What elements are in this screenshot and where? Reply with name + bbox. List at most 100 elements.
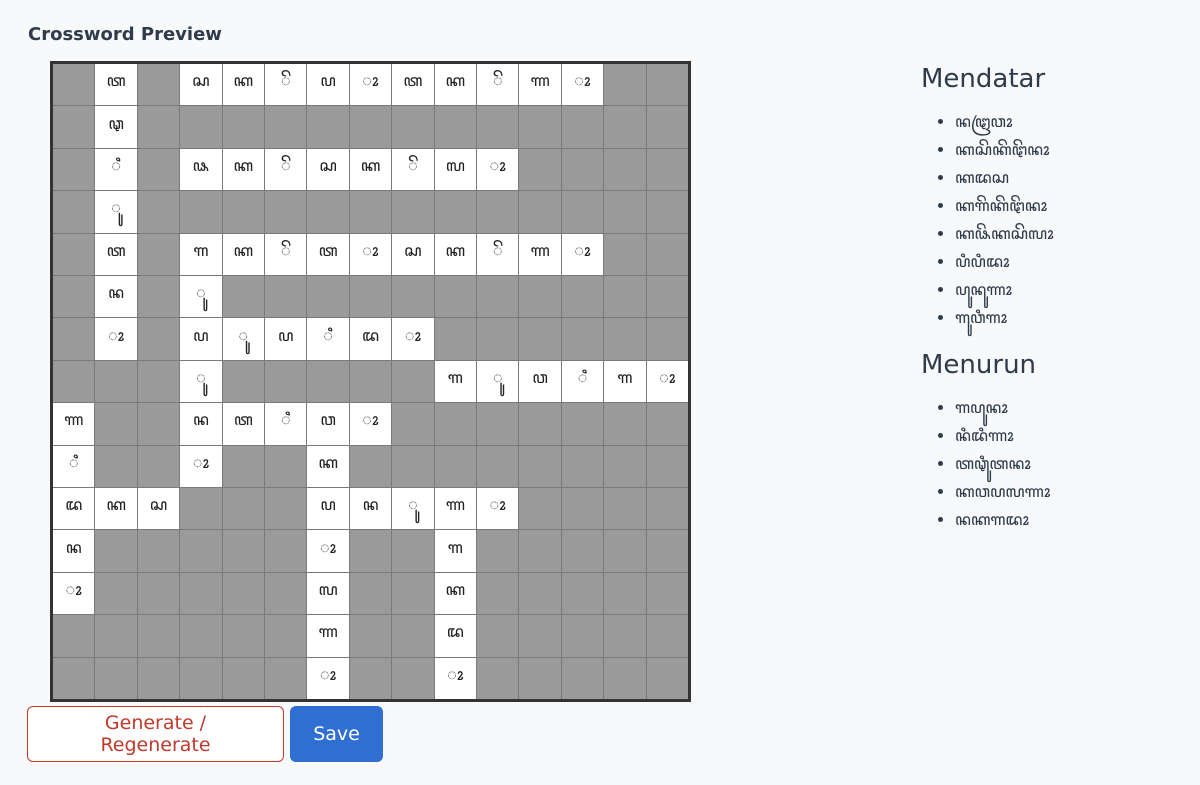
crossword-cell[interactable]: ꦸ (180, 360, 222, 403)
crossword-cell[interactable]: ꦴ (477, 148, 519, 191)
crossword-block (222, 657, 264, 699)
crossword-cell[interactable]: ꦢ (434, 615, 476, 657)
crossword-cell[interactable]: ꦭ (307, 572, 349, 615)
crossword-cell[interactable]: ꦶ (561, 360, 604, 403)
crossword-cell[interactable]: ꦱ (307, 148, 349, 191)
crossword-cell[interactable]: ꦏ (434, 572, 476, 615)
crossword-cell[interactable]: ꦢ (53, 488, 95, 530)
crossword-cell[interactable]: ꦒ (434, 530, 476, 572)
crossword-cell[interactable]: ꦴ (392, 318, 434, 360)
crossword-cell[interactable]: ꦒ (434, 360, 476, 403)
crossword-cell[interactable]: ꦏ (95, 488, 137, 530)
crossword-cell[interactable]: ꦴ (349, 233, 392, 275)
crossword-block (434, 276, 476, 318)
crossword-cell[interactable]: ꦏ (307, 445, 349, 487)
crossword-cell[interactable]: ꦱ (392, 233, 434, 275)
crossword-cell[interactable]: ꦸ (222, 318, 264, 360)
crossword-cell[interactable]: ꦸ (95, 191, 137, 233)
crossword-block (53, 615, 95, 657)
crossword-cell[interactable]: ꦠ (222, 403, 264, 445)
crossword-cell[interactable]: ꦶ (53, 445, 95, 487)
crossword-cell[interactable]: ꦟ (53, 403, 95, 445)
crossword-block (265, 657, 307, 699)
crossword-cell[interactable]: ꦸ (180, 276, 222, 318)
crossword-block (349, 276, 392, 318)
crossword-cell[interactable]: ꦶ (265, 403, 307, 445)
crossword-cell[interactable]: ꦒ (604, 360, 646, 403)
crossword-cell[interactable]: ꦮ (519, 360, 561, 403)
crossword-cell[interactable]: ꦴ (307, 530, 349, 572)
crossword-cell[interactable]: ꦴ (434, 657, 476, 699)
crossword-cell[interactable]: ꦤ (180, 403, 222, 445)
across-clue: ꦏꦱꦼꦏꦼꦛꦼꦤꦴ (955, 136, 1181, 164)
crossword-cell[interactable]: ꦼ (265, 148, 307, 191)
crossword-cell[interactable]: ꦮ (307, 403, 349, 445)
crossword-cell[interactable]: ꦴ (561, 233, 604, 275)
crossword-cell[interactable]: ꦠ (392, 64, 434, 106)
crossword-cell[interactable]: ꦴ (180, 445, 222, 487)
crossword-cell[interactable]: ꦟ (434, 488, 476, 530)
crossword-block (519, 615, 561, 657)
crossword-cell[interactable]: ꦼ (477, 64, 519, 106)
crossword-cell[interactable]: ꦶ (307, 318, 349, 360)
crossword-cell[interactable]: ꦒ (180, 233, 222, 275)
crossword-cell[interactable]: ꦼ (265, 64, 307, 106)
crossword-block (646, 233, 688, 275)
crossword-cell[interactable]: ꦴ (349, 64, 392, 106)
crossword-cell[interactable]: ꦤ (349, 488, 392, 530)
crossword-cell[interactable]: ꦟ (519, 233, 561, 275)
crossword-cell[interactable]: ꦸ (392, 488, 434, 530)
crossword-cell[interactable]: ꦏ (434, 64, 476, 106)
crossword-block (561, 488, 604, 530)
across-clue-list: ꦤꦛꦿꦮꦴꦏꦱꦼꦏꦼꦛꦼꦤꦴꦏꦢꦱꦏꦒꦼꦏꦼꦛꦼꦤꦴꦏꦦꦼꦏꦱꦼꦭꦴꦥꦶꦥꦶꦢꦴ… (921, 108, 1181, 332)
crossword-block (561, 106, 604, 148)
crossword-cell[interactable]: ꦡ (95, 106, 137, 148)
crossword-cell[interactable]: ꦼ (392, 148, 434, 191)
crossword-block (604, 403, 646, 445)
crossword-cell[interactable]: ꦸ (477, 360, 519, 403)
crossword-cell[interactable]: ꦴ (477, 488, 519, 530)
crossword-cell[interactable]: ꦏ (349, 148, 392, 191)
crossword-cell[interactable]: ꦱ (180, 64, 222, 106)
crossword-cell[interactable]: ꦴ (307, 657, 349, 699)
save-button[interactable]: Save (290, 706, 383, 762)
page-title: Crossword Preview (28, 24, 222, 45)
crossword-block (561, 445, 604, 487)
crossword-cell[interactable]: ꦱ (137, 488, 180, 530)
crossword-cell[interactable]: ꦦ (180, 148, 222, 191)
crossword-block (180, 572, 222, 615)
crossword-cell[interactable]: ꦼ (477, 233, 519, 275)
crossword-cell[interactable]: ꦥ (307, 488, 349, 530)
crossword-cell[interactable]: ꦭ (434, 148, 476, 191)
crossword-cell[interactable]: ꦥ (265, 318, 307, 360)
crossword-cell[interactable]: ꦏ (434, 233, 476, 275)
crossword-cell[interactable]: ꦥ (180, 318, 222, 360)
generate-button[interactable]: Generate / Regenerate (27, 706, 284, 762)
action-bar: Generate / Regenerate Save (27, 706, 383, 762)
crossword-block (646, 403, 688, 445)
crossword-cell[interactable]: ꦤ (53, 530, 95, 572)
crossword-cell[interactable]: ꦏ (222, 148, 264, 191)
crossword-cell[interactable]: ꦴ (646, 360, 688, 403)
crossword-cell[interactable]: ꦴ (95, 318, 137, 360)
crossword-block (646, 488, 688, 530)
crossword-cell[interactable]: ꦴ (53, 572, 95, 615)
crossword-cell[interactable]: ꦏ (222, 64, 264, 106)
crossword-cell[interactable]: ꦠ (95, 64, 137, 106)
crossword-cell[interactable]: ꦢ (349, 318, 392, 360)
crossword-cell[interactable]: ꦟ (307, 615, 349, 657)
crossword-block (349, 530, 392, 572)
crossword-cell[interactable]: ꦴ (349, 403, 392, 445)
crossword-cell[interactable]: ꦏ (222, 233, 264, 275)
crossword-cell[interactable]: ꦠ (307, 233, 349, 275)
crossword-block (95, 657, 137, 699)
crossword-block (265, 445, 307, 487)
crossword-cell[interactable]: ꦴ (561, 64, 604, 106)
crossword-cell[interactable]: ꦶ (95, 148, 137, 191)
crossword-cell[interactable]: ꦠ (95, 233, 137, 275)
crossword-cell[interactable]: ꦥ (307, 64, 349, 106)
crossword-cell[interactable]: ꦟ (519, 64, 561, 106)
crossword-cell[interactable]: ꦼ (265, 233, 307, 275)
crossword-block (604, 488, 646, 530)
crossword-cell[interactable]: ꦤ (95, 276, 137, 318)
